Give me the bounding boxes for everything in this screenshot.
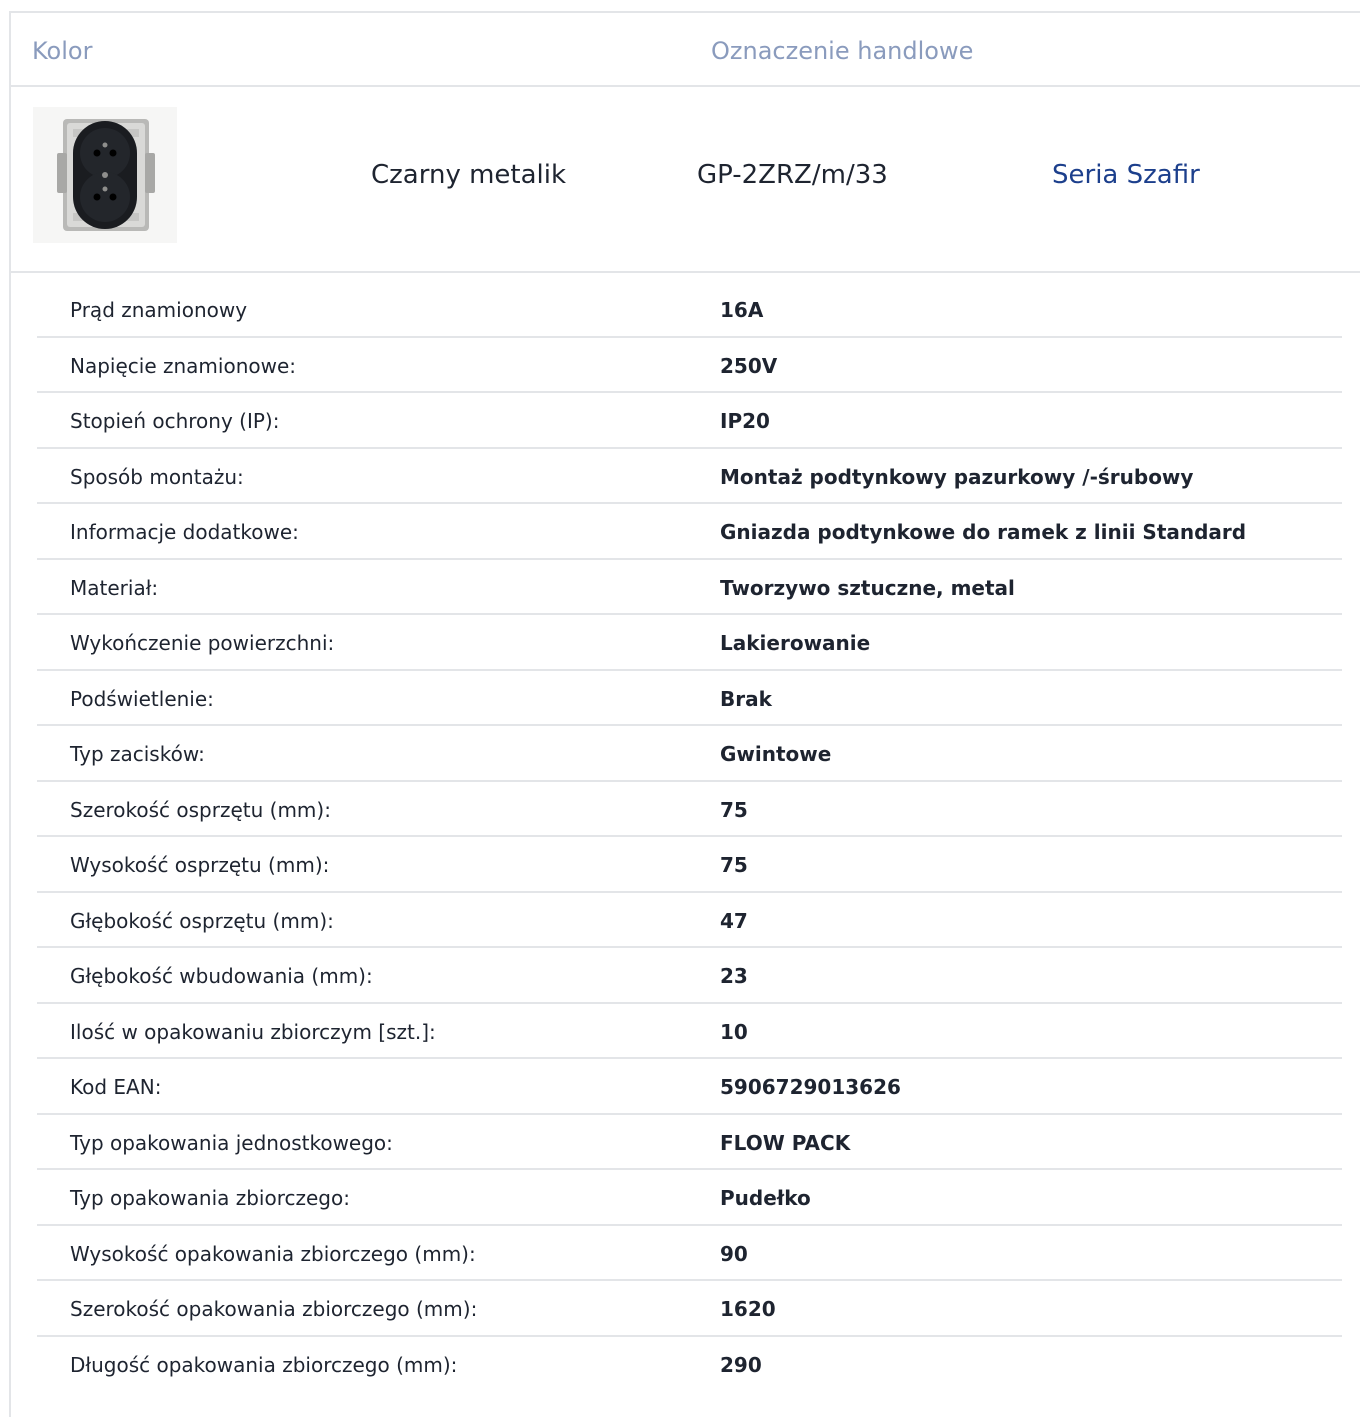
spec-row: Wysokość opakowania zbiorczego (mm): 90: [37, 1226, 1342, 1281]
spec-label: Szerokość opakowania zbiorczego (mm):: [70, 1297, 478, 1321]
spec-value: 290: [720, 1352, 762, 1377]
spec-value: 90: [720, 1241, 748, 1266]
column-header-color: Kolor: [32, 37, 93, 65]
spec-row: Szerokość opakowania zbiorczego (mm): 162…: [37, 1281, 1342, 1337]
spec-row: Typ opakowania jednostkowego: FLOW PACK: [37, 1115, 1342, 1170]
spec-value: 16A: [720, 298, 764, 322]
spec-row: Typ opakowania zbiorczego: Pudełko: [37, 1170, 1342, 1226]
spec-value: Montaż podtynkowy pazurkowy /-śrubowy: [720, 464, 1194, 489]
spec-value: 23: [720, 964, 748, 988]
product-color: Czarny metalik: [371, 160, 567, 190]
spec-value: IP20: [720, 409, 770, 433]
spec-row: Prąd znamionowy 16A: [37, 282, 1342, 338]
spec-value: 250V: [720, 353, 778, 378]
spec-label: Stopień ochrony (IP):: [70, 409, 280, 433]
spec-label: Ilość w opakowaniu zbiorczym [szt.]:: [70, 1019, 436, 1044]
spec-value: 5906729013626: [720, 1075, 901, 1099]
spec-row: Informacje dodatkowe: Gniazda podtynkowe …: [37, 504, 1342, 560]
spec-value: 75: [720, 797, 748, 822]
spec-label: Podświetlenie:: [70, 686, 214, 711]
spec-label: Informacje dodatkowe:: [70, 520, 299, 544]
series-link[interactable]: Seria Szafir: [1052, 160, 1200, 190]
spec-value: FLOW PACK: [720, 1130, 851, 1155]
spec-row: Głębokość wbudowania (mm): 23: [37, 948, 1342, 1004]
spec-value: Gniazda podtynkowe do ramek z linii Stan…: [720, 520, 1247, 544]
spec-label: Wykończenie powierzchni:: [70, 631, 335, 655]
spec-row: Materiał: Tworzywo sztuczne, metal: [37, 560, 1342, 615]
product-code: GP-2ZRZ/m/33: [697, 160, 888, 190]
spec-row: Napięcie znamionowe: 250V: [37, 338, 1342, 393]
spec-row: Szerokość osprzętu (mm): 75: [37, 782, 1342, 837]
spec-label: Szerokość osprzętu (mm):: [70, 797, 331, 822]
spec-value: Tworzywo sztuczne, metal: [720, 575, 1015, 600]
spec-value: 47: [720, 908, 748, 933]
spec-row: Długość opakowania zbiorczego (mm): 290: [37, 1337, 1342, 1393]
spec-row: Głębokość osprzętu (mm): 47: [37, 893, 1342, 948]
spec-label: Typ opakowania zbiorczego:: [70, 1186, 350, 1210]
spec-value: 10: [720, 1019, 748, 1044]
product-row: Czarny metalik GP-2ZRZ/m/33 Seria Szafir: [11, 87, 1360, 273]
spec-label: Sposób montażu:: [70, 464, 244, 489]
spec-value: 75: [720, 853, 748, 877]
spec-label: Napięcie znamionowe:: [70, 353, 297, 378]
table-header: Kolor Oznaczenie handlowe: [11, 13, 1360, 87]
spec-label: Wysokość osprzętu (mm):: [70, 853, 330, 877]
spec-label: Prąd znamionowy: [70, 298, 248, 322]
spec-label: Wysokość opakowania zbiorczego (mm):: [70, 1241, 476, 1266]
spec-label: Długość opakowania zbiorczego (mm):: [70, 1352, 458, 1377]
spec-label: Typ opakowania jednostkowego:: [70, 1130, 393, 1155]
spec-row: Stopień ochrony (IP): IP20: [37, 393, 1342, 449]
spec-row: Ilość w opakowaniu zbiorczym [szt.]: 10: [37, 1004, 1342, 1059]
spec-value: 1620: [720, 1297, 776, 1321]
spec-value: Lakierowanie: [720, 631, 871, 655]
spec-label: Materiał:: [70, 575, 159, 600]
spec-table: Prąd znamionowy 16A Napięcie znamionowe: 2…: [37, 282, 1342, 1392]
spec-row: Typ zacisków: Gwintowe: [37, 726, 1342, 782]
spec-label: Typ zacisków:: [70, 742, 205, 766]
spec-row: Sposób montażu: Montaż podtynkowy pazurko…: [37, 449, 1342, 504]
socket-image-icon: [33, 107, 177, 243]
spec-value: Gwintowe: [720, 742, 832, 766]
spec-row: Wykończenie powierzchni: Lakierowanie: [37, 615, 1342, 671]
spec-row: Wysokość osprzętu (mm): 75: [37, 837, 1342, 893]
column-header-trade-name: Oznaczenie handlowe: [711, 37, 974, 65]
spec-value: Pudełko: [720, 1186, 811, 1210]
spec-row: Kod EAN: 5906729013626: [37, 1059, 1342, 1115]
spec-label: Głębokość wbudowania (mm):: [70, 964, 373, 988]
spec-label: Głębokość osprzętu (mm):: [70, 908, 334, 933]
spec-row: Podświetlenie: Brak: [37, 671, 1342, 726]
spec-label: Kod EAN:: [70, 1075, 162, 1099]
spec-value: Brak: [720, 686, 772, 711]
